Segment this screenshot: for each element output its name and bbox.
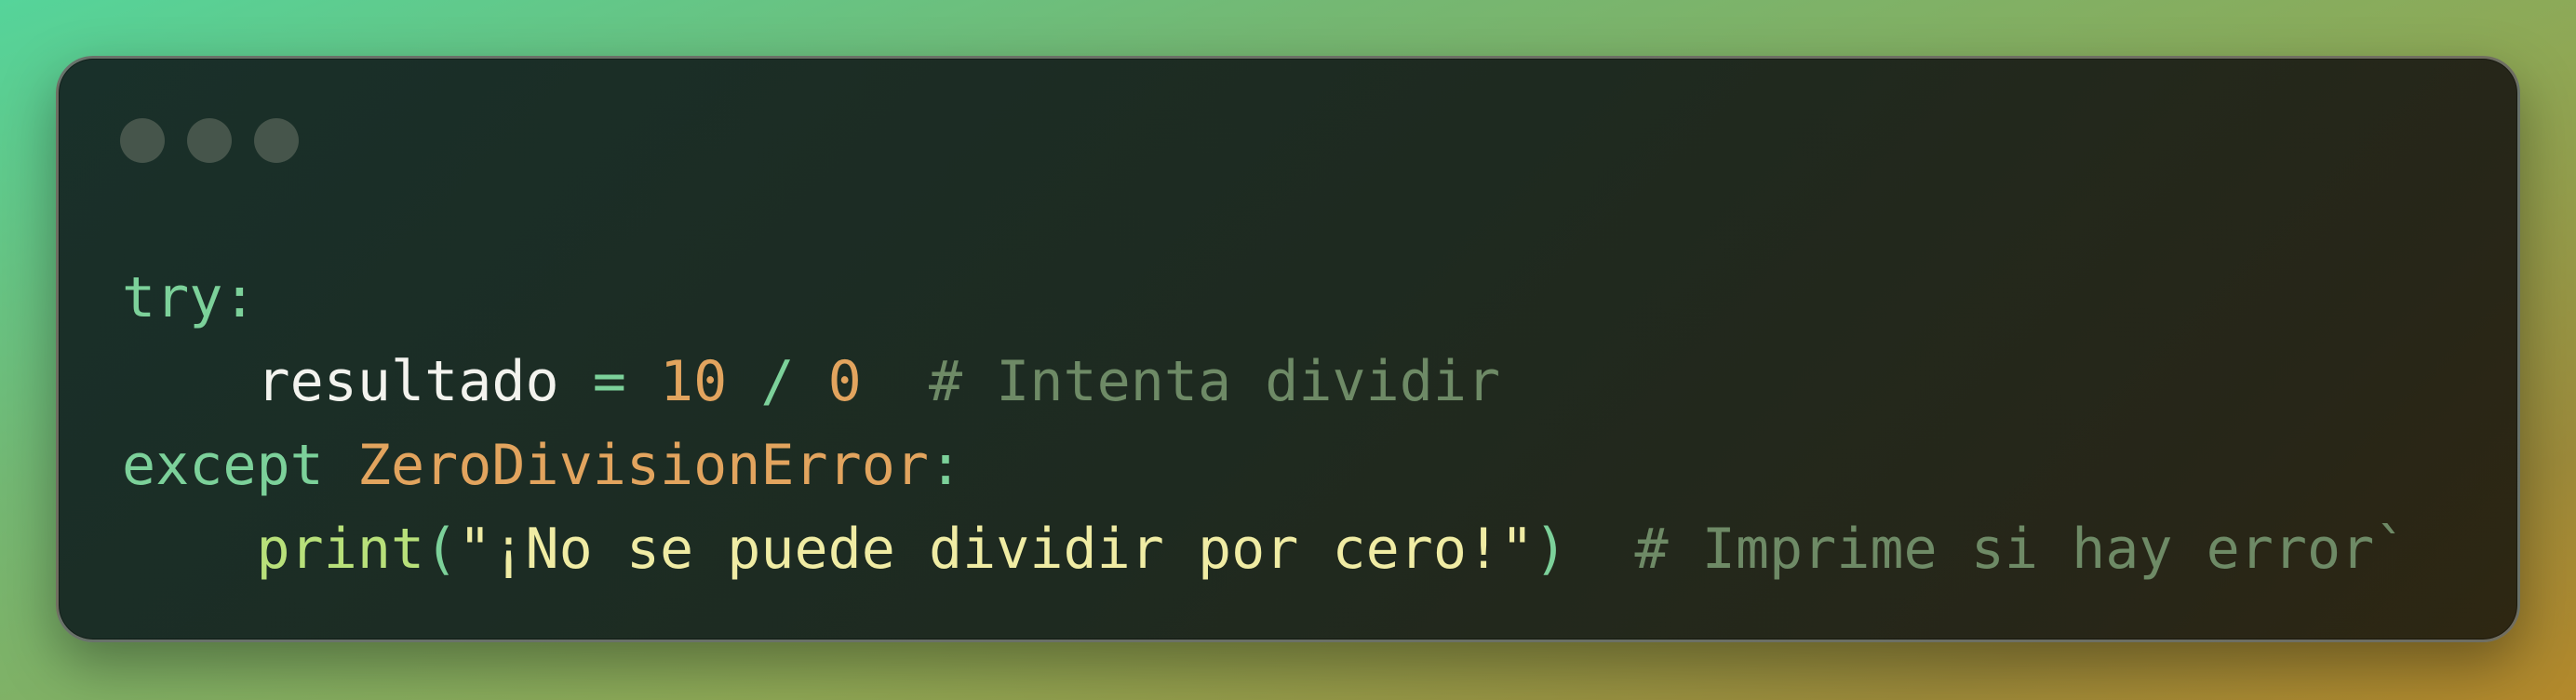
operator-assign: = (558, 349, 660, 414)
code-block: try: resultado = 10 / 0 # Intenta dividi… (122, 256, 2408, 591)
variable-resultado: resultado (256, 349, 559, 414)
operator-divide: / (727, 349, 828, 414)
code-line-3: except ZeroDivisionError: (122, 424, 2408, 507)
code-line-2: resultado = 10 / 0 # Intenta dividir (122, 340, 2408, 424)
close-dot-icon[interactable] (120, 118, 165, 163)
number-10: 10 (659, 349, 728, 414)
code-line-1: try: (122, 256, 2408, 340)
minimize-dot-icon[interactable] (187, 118, 232, 163)
page-background: { "window": { "controls": ["close-dot", … (0, 0, 2576, 700)
paren-close: ) (1534, 517, 1568, 582)
number-0: 0 (827, 349, 862, 414)
string-message: "¡No se puede dividir por cero!" (458, 517, 1535, 582)
colon: : (928, 433, 963, 498)
window-controls (120, 118, 299, 163)
keyword-try: try: (122, 265, 257, 330)
keyword-except: except (122, 433, 324, 498)
comment-imprime-error: # Imprime si hay error` (1567, 517, 2408, 582)
maximize-dot-icon[interactable] (254, 118, 299, 163)
class-zerodivisionerror: ZeroDivisionError (356, 433, 929, 498)
function-print: print (256, 517, 425, 582)
paren-open: ( (424, 517, 459, 582)
code-line-4: print("¡No se puede dividir por cero!") … (122, 507, 2408, 591)
comment-intenta-dividir: # Intenta dividir (861, 349, 1501, 414)
code-window: try: resultado = 10 / 0 # Intenta dividi… (56, 56, 2520, 642)
